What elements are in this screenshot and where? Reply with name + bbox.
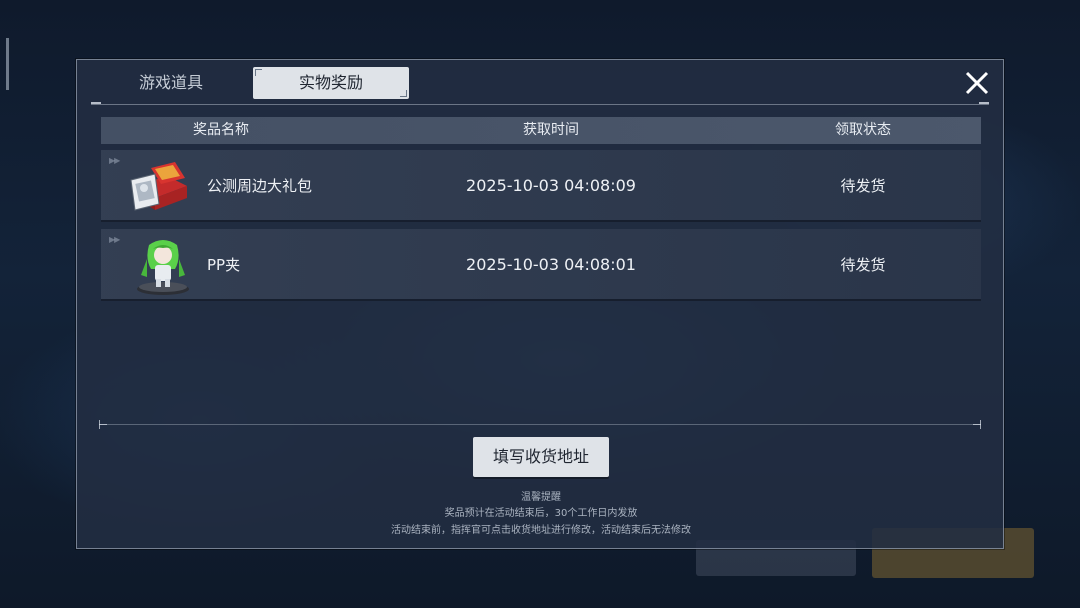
obtain-time: 2025-10-03 04:08:09 [466, 176, 636, 195]
row-arrow-icon: ▶▶ [109, 235, 120, 244]
tab-physical-rewards[interactable]: 实物奖励 [253, 67, 409, 99]
table-row: ▶▶ PP夹 2025-10-03 04:08:01 待发货 [101, 229, 981, 301]
prize-name: PP夹 [207, 256, 241, 274]
prize-name: 公测周边大礼包 [207, 177, 313, 195]
background-side-bar [6, 38, 9, 90]
obtain-time: 2025-10-03 04:08:01 [466, 255, 636, 274]
claim-status: 待发货 [840, 256, 886, 274]
header-status: 领取状态 [835, 122, 891, 138]
close-icon[interactable] [963, 69, 991, 97]
table-header: 奖品名称 获取时间 领取状态 [101, 117, 981, 144]
tab-divider [91, 102, 989, 105]
fill-address-button[interactable]: 填写收货地址 [473, 437, 609, 477]
tip-title: 温馨提醒 [521, 492, 561, 503]
table-row: ▶▶ 公测周边大礼包 2025-10-03 04:08:09 待发货 [101, 150, 981, 222]
tip-text: 奖品预计在活动结束后，30个工作日内发放 [444, 508, 638, 519]
tab-game-items[interactable]: 游戏道具 [121, 68, 221, 98]
gift-box-icon [129, 156, 193, 218]
header-name: 奖品名称 [193, 122, 249, 138]
reward-record-dialog: 游戏道具 实物奖励 奖品名称 获取时间 领取状态 ▶▶ 公测周边大礼包 2025… [76, 59, 1004, 549]
tip-text: 活动结束前，指挥官可点击收货地址进行修改，活动结束后无法修改 [391, 525, 691, 536]
header-time: 获取时间 [523, 122, 579, 138]
bottom-divider [99, 420, 981, 429]
claim-status: 待发货 [840, 177, 886, 195]
character-figure-icon [129, 235, 193, 297]
row-arrow-icon: ▶▶ [109, 156, 120, 165]
